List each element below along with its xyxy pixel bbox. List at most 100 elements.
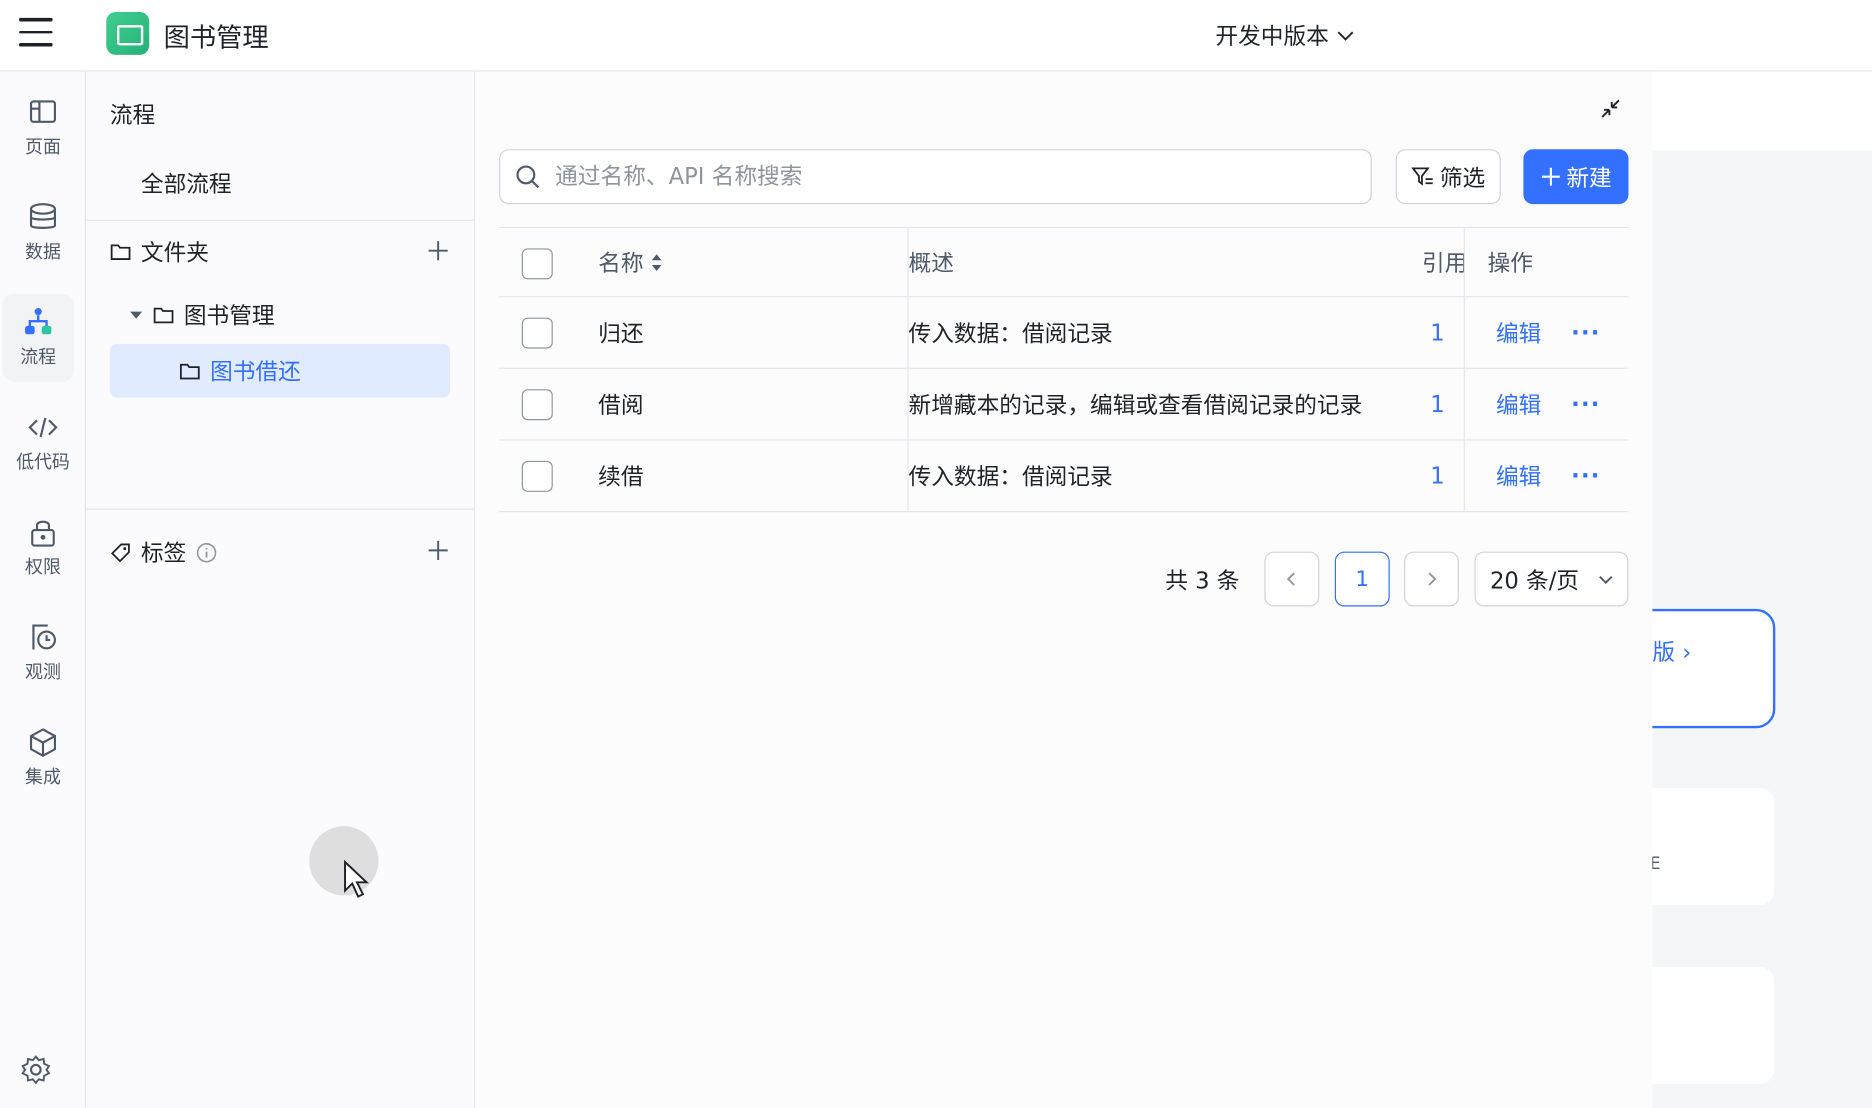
table-row[interactable]: 归还 传入数据：借阅记录 1 编辑 ··· xyxy=(499,297,1629,369)
flow-icon xyxy=(25,308,52,335)
add-tag-icon[interactable] xyxy=(426,538,450,562)
app-title: 图书管理 xyxy=(163,23,269,54)
tags-section-label: 标签 xyxy=(140,540,187,568)
app-logo xyxy=(106,11,150,55)
search-input[interactable] xyxy=(555,163,1320,190)
filter-button[interactable]: 筛选 xyxy=(1395,149,1501,205)
folder-section-header: 文件夹 xyxy=(110,235,209,267)
rail-item-label: 集成 xyxy=(25,766,61,788)
new-flow-button-label: 新建 xyxy=(1566,165,1612,192)
all-flows-link[interactable]: 全部流程 xyxy=(141,167,232,199)
page-number-current[interactable]: 1 xyxy=(1334,551,1390,607)
search-icon xyxy=(516,165,540,189)
sort-icon[interactable] xyxy=(651,251,663,272)
version-dropdown[interactable]: 开发中版本 xyxy=(1215,19,1355,51)
cube-icon xyxy=(29,728,56,757)
background-card-text: 版 › xyxy=(1652,639,1692,667)
edit-link[interactable]: 编辑 xyxy=(1496,297,1541,367)
chevron-down-icon xyxy=(1598,575,1612,584)
tag-icon xyxy=(110,542,130,562)
row-checkbox[interactable] xyxy=(521,317,553,349)
menu-icon[interactable] xyxy=(19,17,53,49)
more-actions-icon[interactable]: ··· xyxy=(1571,297,1600,367)
new-flow-button[interactable]: 新建 xyxy=(1523,149,1629,205)
chevron-down-icon xyxy=(1337,30,1354,41)
divider xyxy=(85,508,476,510)
rail-item-lowcode[interactable]: 低代码 xyxy=(0,399,86,487)
search-box[interactable] xyxy=(499,149,1372,205)
filter-button-label: 筛选 xyxy=(1439,165,1486,192)
code-icon xyxy=(28,417,58,438)
rail-item-integration[interactable]: 集成 xyxy=(0,714,86,802)
column-divider xyxy=(1463,297,1465,368)
panel-title: 流程 xyxy=(109,102,156,129)
flow-ref-count[interactable]: 1 xyxy=(1430,297,1444,367)
database-icon xyxy=(29,203,56,229)
lock-icon xyxy=(31,520,55,547)
left-rail: 页面 数据 流程 低代码 权限 观测 集成 xyxy=(0,71,86,1108)
folder-icon xyxy=(110,243,131,260)
table-row[interactable]: 借阅 新增藏本的记录，编辑或查看借阅记录的记录 1 编辑 ··· xyxy=(499,368,1629,441)
tags-section-header: 标签 xyxy=(110,536,217,568)
flow-table: 名称 概述 引用 操作 归还 传入数据：借阅记录 1 编辑 ··· 借阅 新增藏… xyxy=(499,226,1629,513)
column-header-desc: 概述 xyxy=(908,250,954,277)
column-header-op: 操作 xyxy=(1487,250,1533,277)
flow-description: 新增藏本的记录，编辑或查看借阅记录的记录 xyxy=(908,392,1363,420)
more-actions-icon[interactable]: ··· xyxy=(1571,441,1600,511)
monitor-icon xyxy=(32,624,56,650)
rail-item-flow[interactable]: 流程 xyxy=(2,293,75,383)
column-divider xyxy=(1463,368,1465,440)
page-size-value: 20 条/页 xyxy=(1489,567,1580,594)
prev-page-button[interactable] xyxy=(1264,551,1320,607)
add-folder-icon[interactable] xyxy=(426,239,450,263)
flow-description: 传入数据：借阅记录 xyxy=(908,321,1113,348)
rail-item-data[interactable]: 数据 xyxy=(0,189,86,277)
folder-node-label: 图书管理 xyxy=(183,303,275,330)
gear-icon[interactable] xyxy=(19,1053,52,1086)
flow-name: 借阅 xyxy=(598,392,644,420)
flow-list-panel: 筛选 新建 名称 概述 引用 操作 归还 xyxy=(475,71,1653,1108)
filter-icon xyxy=(1411,167,1433,186)
flow-description: 传入数据：借阅记录 xyxy=(908,464,1113,491)
edit-link[interactable]: 编辑 xyxy=(1496,369,1541,439)
rail-item-permission[interactable]: 权限 xyxy=(0,504,86,592)
rail-item-pages[interactable]: 页面 xyxy=(0,84,86,172)
folder-node-selected[interactable]: 图书借还 xyxy=(109,343,451,398)
folder-panel: 流程 全部流程 文件夹 图书管理 图书借还 标签 xyxy=(85,71,476,1108)
version-label: 开发中版本 xyxy=(1215,23,1329,51)
select-all-checkbox[interactable] xyxy=(521,248,553,280)
rail-item-observe[interactable]: 观测 xyxy=(0,609,86,697)
column-header-name-label: 名称 xyxy=(598,250,644,277)
column-divider xyxy=(1463,440,1465,511)
table-header: 名称 概述 引用 操作 xyxy=(499,226,1629,298)
rail-item-label: 页面 xyxy=(25,136,61,158)
folder-section-label: 文件夹 xyxy=(140,239,209,267)
folder-node-root[interactable]: 图书管理 xyxy=(129,298,275,330)
collapse-icon[interactable] xyxy=(1600,98,1621,119)
more-actions-icon[interactable]: ··· xyxy=(1571,369,1600,439)
flow-ref-count[interactable]: 1 xyxy=(1430,369,1444,439)
column-header-ref: 引用 xyxy=(1421,250,1465,277)
top-bar: 图书管理 开发中版本 xyxy=(0,0,1872,72)
plus-icon xyxy=(1541,167,1560,186)
table-row[interactable]: 续借 传入数据：借阅记录 1 编辑 ··· xyxy=(499,440,1629,513)
row-checkbox[interactable] xyxy=(521,389,553,421)
flow-ref-count[interactable]: 1 xyxy=(1430,441,1444,511)
chevron-right-icon xyxy=(1428,572,1437,586)
layout-icon xyxy=(29,100,56,123)
info-icon[interactable] xyxy=(196,541,217,562)
folder-icon xyxy=(179,363,200,379)
edit-link[interactable]: 编辑 xyxy=(1496,441,1541,511)
mouse-cursor-icon xyxy=(344,859,369,898)
rail-item-label: 权限 xyxy=(25,556,61,578)
row-checkbox[interactable] xyxy=(521,460,553,492)
caret-down-icon xyxy=(130,311,143,319)
pagination-total: 共 3 条 xyxy=(1165,567,1240,594)
page-size-select[interactable]: 20 条/页 xyxy=(1474,551,1629,607)
divider xyxy=(85,219,476,221)
column-header-name[interactable]: 名称 xyxy=(598,228,662,296)
folder-node-label: 图书借还 xyxy=(210,359,301,386)
rail-item-label: 低代码 xyxy=(16,451,70,473)
next-page-button[interactable] xyxy=(1404,551,1459,607)
rail-item-label: 观测 xyxy=(25,661,61,683)
